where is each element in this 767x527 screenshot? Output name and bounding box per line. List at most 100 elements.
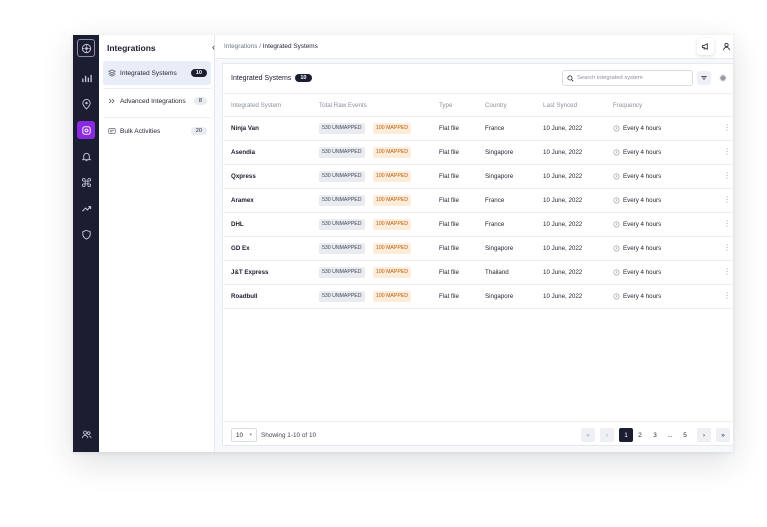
system-name[interactable]: Qxpress — [231, 173, 256, 180]
mapped-badge: 100 MAPPED — [373, 291, 412, 302]
unmapped-badge: 530 UNMAPPED — [319, 171, 365, 182]
frequency-cell: Every 4 hours — [613, 149, 661, 156]
page-size-select[interactable]: 10 ▾ — [231, 428, 257, 442]
pagination-footer: 10 ▾ Showing 1-10 of 10 « ‹ 1 2 3 ... 5 … — [223, 421, 733, 447]
table-row[interactable]: Qxpress 530 UNMAPPED 100 MAPPED Flat file Si… — [223, 165, 733, 189]
panel-header: Integrated Systems 10 — [223, 64, 733, 94]
table-row[interactable]: Roadbull 530 UNMAPPED 100 MAPPED Flat file S… — [223, 285, 733, 309]
table-row[interactable]: DHL 530 UNMAPPED 100 MAPPED Flat file France… — [223, 213, 733, 237]
integrations-icon[interactable] — [77, 121, 95, 139]
sidebar-item-bulk-activities[interactable]: Bulk Activities 20 — [103, 119, 211, 143]
integrated-systems-panel: Integrated Systems 10 Integrated System … — [222, 63, 733, 446]
system-name[interactable]: Aramex — [231, 197, 254, 204]
mapped-badge: 100 MAPPED — [373, 195, 412, 206]
type-cell: Flat file — [439, 221, 459, 228]
column-header[interactable]: Frequency — [613, 102, 642, 109]
last-page-button[interactable]: » — [716, 428, 730, 442]
location-pin-icon[interactable] — [77, 95, 95, 113]
user-icon[interactable] — [718, 38, 733, 55]
clock-icon — [613, 125, 620, 132]
command-icon[interactable] — [77, 173, 95, 191]
more-vertical-icon[interactable]: ⋮ — [723, 243, 731, 255]
search-icon — [567, 74, 574, 82]
last-synced-cell: 10 June, 2022 — [543, 197, 583, 204]
last-synced-cell: 10 June, 2022 — [543, 245, 583, 252]
gear-icon[interactable] — [716, 71, 730, 85]
system-name[interactable]: Roadbull — [231, 293, 257, 300]
main-content: Integrations / Integrated Systems Integr… — [215, 35, 733, 452]
column-header[interactable]: Type — [439, 102, 452, 109]
sidebar-item-label: Advanced Integrations — [120, 97, 186, 105]
clock-icon — [613, 245, 620, 252]
next-page-button[interactable]: › — [697, 428, 711, 442]
first-page-button[interactable]: « — [581, 428, 595, 442]
sidebar-item-advanced-integrations[interactable]: Advanced Integrations 8 — [103, 89, 211, 113]
app-logo-icon[interactable] — [77, 39, 95, 57]
page-button[interactable]: 3 — [649, 428, 661, 442]
filter-icon[interactable] — [697, 71, 711, 85]
frequency-cell: Every 4 hours — [613, 269, 661, 276]
mapped-badge: 100 MAPPED — [373, 147, 412, 158]
type-cell: Flat file — [439, 245, 459, 252]
mapped-badge: 100 MAPPED — [373, 219, 412, 230]
system-name[interactable]: J&T Express — [231, 269, 269, 276]
breadcrumb-separator: / — [259, 43, 261, 50]
more-vertical-icon[interactable]: ⋮ — [723, 291, 731, 303]
page-button[interactable]: 5 — [679, 428, 691, 442]
table-header: Integrated System Total Raw Events Type … — [223, 94, 733, 117]
app-window: Integrations ‹ Integrated Systems 10 Adv… — [73, 35, 733, 452]
clock-icon — [613, 221, 620, 228]
table-row[interactable]: Ninja Van 530 UNMAPPED 100 MAPPED Flat file… — [223, 117, 733, 141]
breadcrumb: Integrations / Integrated Systems — [224, 43, 318, 50]
mapped-badge: 100 MAPPED — [373, 267, 412, 278]
list-icon — [107, 127, 116, 136]
prev-page-button[interactable]: ‹ — [600, 428, 614, 442]
frequency-text: Every 4 hours — [623, 221, 662, 228]
frequency-cell: Every 4 hours — [613, 197, 661, 204]
table-row[interactable]: Asendia 530 UNMAPPED 100 MAPPED Flat file Si… — [223, 141, 733, 165]
sidebar-item-label: Bulk Activities — [120, 127, 161, 135]
country-cell: Thailand — [485, 269, 509, 276]
page-button[interactable]: 1 — [619, 428, 633, 442]
type-cell: Flat file — [439, 197, 459, 204]
frequency-text: Every 4 hours — [623, 269, 662, 276]
frequency-cell: Every 4 hours — [613, 293, 661, 300]
frequency-cell: Every 4 hours — [613, 221, 661, 228]
shield-icon[interactable] — [77, 225, 95, 243]
column-header[interactable]: Last Synced — [543, 102, 577, 109]
divider — [103, 117, 211, 118]
bell-icon[interactable] — [77, 147, 95, 165]
page-button[interactable]: 2 — [634, 428, 646, 442]
system-name[interactable]: Asendia — [231, 149, 255, 156]
system-name[interactable]: DHL — [231, 221, 244, 228]
sidebar-item-integrated-systems[interactable]: Integrated Systems 10 — [103, 61, 211, 85]
trending-icon[interactable] — [77, 199, 95, 217]
breadcrumb-root[interactable]: Integrations — [224, 43, 257, 50]
megaphone-icon[interactable] — [697, 38, 714, 55]
frequency-cell: Every 4 hours — [613, 125, 661, 132]
more-vertical-icon[interactable]: ⋮ — [723, 123, 731, 135]
more-vertical-icon[interactable]: ⋮ — [723, 147, 731, 159]
integrations-sidebar: Integrations ‹ Integrated Systems 10 Adv… — [99, 35, 215, 452]
column-header[interactable]: Total Raw Events — [319, 102, 367, 109]
unmapped-badge: 530 UNMAPPED — [319, 123, 365, 134]
search-input[interactable] — [577, 75, 687, 81]
column-header[interactable]: Country — [485, 102, 507, 109]
column-header[interactable]: Integrated System — [231, 102, 281, 109]
clock-icon — [613, 197, 620, 204]
users-icon[interactable] — [77, 425, 95, 443]
more-vertical-icon[interactable]: ⋮ — [723, 195, 731, 207]
search-box[interactable] — [562, 70, 693, 86]
type-cell: Flat file — [439, 269, 459, 276]
more-vertical-icon[interactable]: ⋮ — [723, 171, 731, 183]
frequency-text: Every 4 hours — [623, 149, 662, 156]
type-cell: Flat file — [439, 125, 459, 132]
table-row[interactable]: J&T Express 530 UNMAPPED 100 MAPPED Flat fi… — [223, 261, 733, 285]
more-vertical-icon[interactable]: ⋮ — [723, 267, 731, 279]
system-name[interactable]: GD Ex — [231, 245, 250, 252]
table-row[interactable]: GD Ex 530 UNMAPPED 100 MAPPED Flat file Sing… — [223, 237, 733, 261]
system-name[interactable]: Ninja Van — [231, 125, 259, 132]
table-row[interactable]: Aramex 530 UNMAPPED 100 MAPPED Flat file Fra… — [223, 189, 733, 213]
chart-icon[interactable] — [77, 69, 95, 87]
more-vertical-icon[interactable]: ⋮ — [723, 219, 731, 231]
